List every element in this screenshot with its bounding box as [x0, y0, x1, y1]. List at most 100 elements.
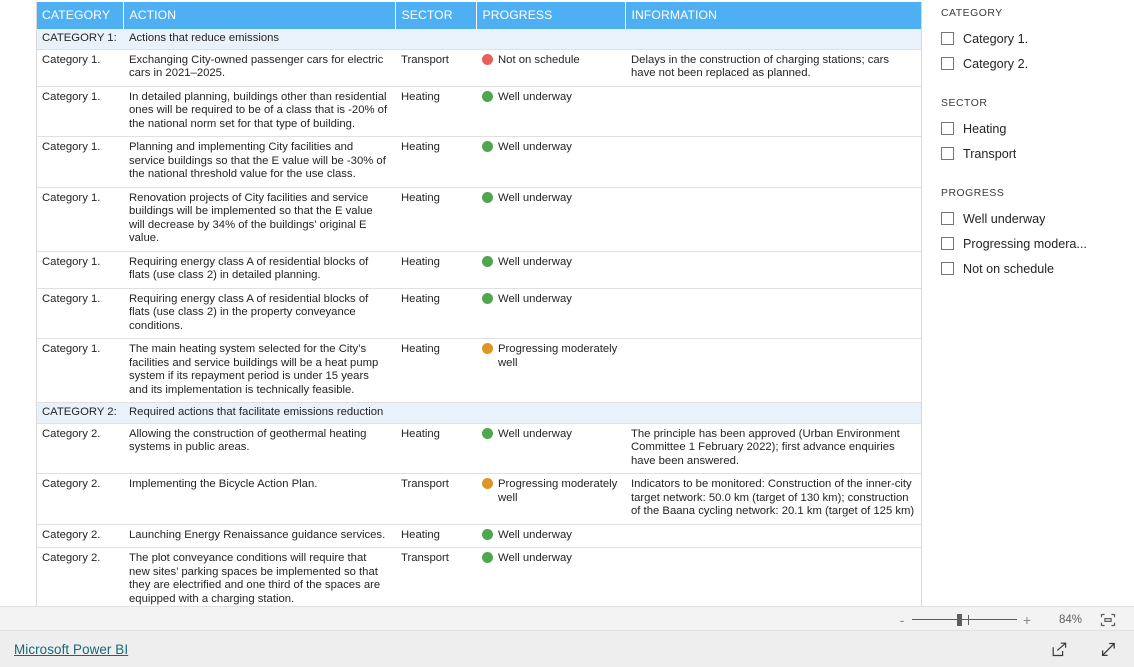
zoom-percent-label: 84%	[1058, 613, 1082, 626]
filter-option[interactable]: Category 2.	[941, 51, 1131, 76]
column-header-sector[interactable]: SECTOR	[395, 2, 477, 29]
cell-category: Category 2.	[36, 473, 123, 525]
table-row[interactable]: Category 2. The plot conveyance condition…	[36, 547, 922, 612]
cell-action: Implementing the Bicycle Action Plan.	[123, 473, 395, 525]
status-dot-well-underway	[482, 255, 493, 267]
checkbox-icon[interactable]	[941, 147, 954, 160]
filter-option-label: Well underway	[963, 211, 1046, 226]
cell-progress: Well underway	[476, 547, 625, 612]
progress-label: Well underway	[498, 528, 572, 541]
footer-bar: Microsoft Power BI	[0, 631, 1134, 667]
filter-option-label: Heating	[963, 121, 1007, 136]
checkbox-icon[interactable]	[941, 32, 954, 45]
checkbox-icon[interactable]	[941, 237, 954, 250]
cell-action: Requiring energy class A of residential …	[123, 251, 395, 289]
cell-progress	[476, 402, 625, 424]
zoom-slider-tick	[968, 614, 969, 625]
column-header-information[interactable]: INFORMATION	[625, 2, 922, 29]
cell-category: Category 1.	[36, 49, 123, 87]
cell-progress: Well underway	[476, 524, 625, 548]
checkbox-icon[interactable]	[941, 262, 954, 275]
cell-category: Category 1.	[36, 288, 123, 339]
column-header-progress[interactable]: PROGRESS	[476, 2, 626, 29]
table-row[interactable]: Category 1. Exchanging City-owned passeng…	[36, 49, 922, 87]
progress-label: Well underway	[498, 141, 572, 153]
checkbox-icon[interactable]	[941, 57, 954, 70]
column-header-action[interactable]: ACTION	[123, 2, 396, 29]
actions-table-container: CATEGORY ACTION SECTOR PROGRESS INFORMAT…	[36, 2, 922, 612]
table-category-row[interactable]: CATEGORY 1: Actions that reduce emissions	[36, 29, 922, 50]
filter-group-title: CATEGORY	[941, 8, 1003, 19]
cell-action: The plot conveyance conditions will requ…	[123, 547, 395, 612]
cell-progress	[476, 29, 625, 50]
filter-option[interactable]: Heating	[941, 116, 1131, 141]
cell-category: CATEGORY 2:	[36, 402, 123, 424]
filter-option[interactable]: Category 1.	[941, 26, 1131, 51]
cell-progress: Well underway	[476, 86, 625, 137]
cell-action: Exchanging City-owned passenger cars for…	[123, 49, 395, 87]
column-header-category[interactable]: CATEGORY	[36, 2, 124, 29]
cell-progress: Well underway	[476, 251, 625, 289]
cell-sector: Transport	[395, 547, 476, 612]
fit-to-screen-icon[interactable]	[1100, 613, 1116, 627]
table-row[interactable]: Category 2. Implementing the Bicycle Acti…	[36, 473, 922, 525]
progress-label: Not on schedule	[498, 53, 580, 66]
filter-option-label: Category 2.	[963, 56, 1029, 71]
filter-option[interactable]: Transport	[941, 141, 1131, 166]
progress-label: Progressing moderately well	[498, 343, 618, 369]
table-row[interactable]: Category 1. The main heating system selec…	[36, 338, 922, 403]
checkbox-icon[interactable]	[941, 122, 954, 135]
cell-information	[625, 86, 922, 137]
table-row[interactable]: Category 1. Requiring energy class A of r…	[36, 288, 922, 339]
table-header: CATEGORY ACTION SECTOR PROGRESS INFORMAT…	[36, 2, 922, 29]
cell-information	[625, 251, 922, 289]
table-row[interactable]: Category 1. In detailed planning, buildin…	[36, 86, 922, 137]
cell-information	[625, 288, 922, 339]
cell-action: Actions that reduce emissions	[123, 29, 395, 50]
status-dot-well-underway	[482, 552, 493, 563]
zoom-slider[interactable]	[912, 613, 1017, 627]
filter-option-label: Category 1.	[963, 31, 1029, 46]
table-row[interactable]: Category 1. Renovation projects of City f…	[36, 187, 922, 252]
cell-sector: Heating	[395, 251, 476, 289]
filter-option[interactable]: Well underway	[941, 206, 1131, 231]
cell-action: Allowing the construction of geothermal …	[123, 423, 395, 474]
zoom-slider-handle[interactable]	[957, 613, 962, 626]
cell-sector: Transport	[395, 49, 476, 87]
status-dot-well-underway	[482, 528, 493, 540]
table-row[interactable]: Category 2. Allowing the construction of …	[36, 423, 922, 474]
cell-category: Category 1.	[36, 136, 123, 188]
filter-option[interactable]: Progressing modera...	[941, 231, 1131, 256]
zoom-out-button[interactable]: -	[895, 613, 909, 627]
cell-sector: Heating	[395, 338, 476, 403]
fullscreen-expand-icon[interactable]	[1099, 640, 1118, 659]
cell-progress: Well underway	[476, 288, 625, 339]
cell-action: Planning and implementing City facilitie…	[123, 136, 395, 188]
cell-category: Category 2.	[36, 423, 123, 474]
status-dot-well-underway	[482, 90, 493, 102]
filter-option[interactable]: Not on schedule	[941, 256, 1131, 281]
cell-information	[625, 402, 922, 424]
cell-category: Category 2.	[36, 524, 123, 548]
cell-action: Required actions that facilitate emissio…	[123, 402, 395, 424]
cell-action: The main heating system selected for the…	[123, 338, 395, 403]
cell-category: Category 2.	[36, 547, 123, 612]
filter-group-sector: SECTOR Heating Transport	[941, 98, 1131, 166]
status-dot-progressing-moderately-well	[482, 478, 493, 489]
share-export-icon[interactable]	[1050, 640, 1069, 659]
powerbi-brand-link[interactable]: Microsoft Power BI	[14, 642, 128, 657]
progress-label: Well underway	[498, 552, 572, 564]
table-category-row[interactable]: CATEGORY 2: Required actions that facilit…	[36, 402, 922, 424]
zoom-in-button[interactable]: +	[1020, 613, 1034, 627]
filter-option-label: Not on schedule	[963, 261, 1055, 276]
actions-table: CATEGORY ACTION SECTOR PROGRESS INFORMAT…	[36, 2, 922, 612]
table-row[interactable]: Category 1. Requiring energy class A of r…	[36, 251, 922, 289]
filter-option-label: Progressing modera...	[963, 236, 1087, 251]
cell-information	[625, 547, 922, 612]
cell-sector	[395, 29, 476, 50]
checkbox-icon[interactable]	[941, 212, 954, 225]
cell-progress: Well underway	[476, 187, 625, 252]
cell-progress: Not on schedule	[476, 49, 625, 87]
table-row[interactable]: Category 1. Planning and implementing Cit…	[36, 136, 922, 188]
table-row[interactable]: Category 2. Launching Energy Renaissance …	[36, 524, 922, 548]
